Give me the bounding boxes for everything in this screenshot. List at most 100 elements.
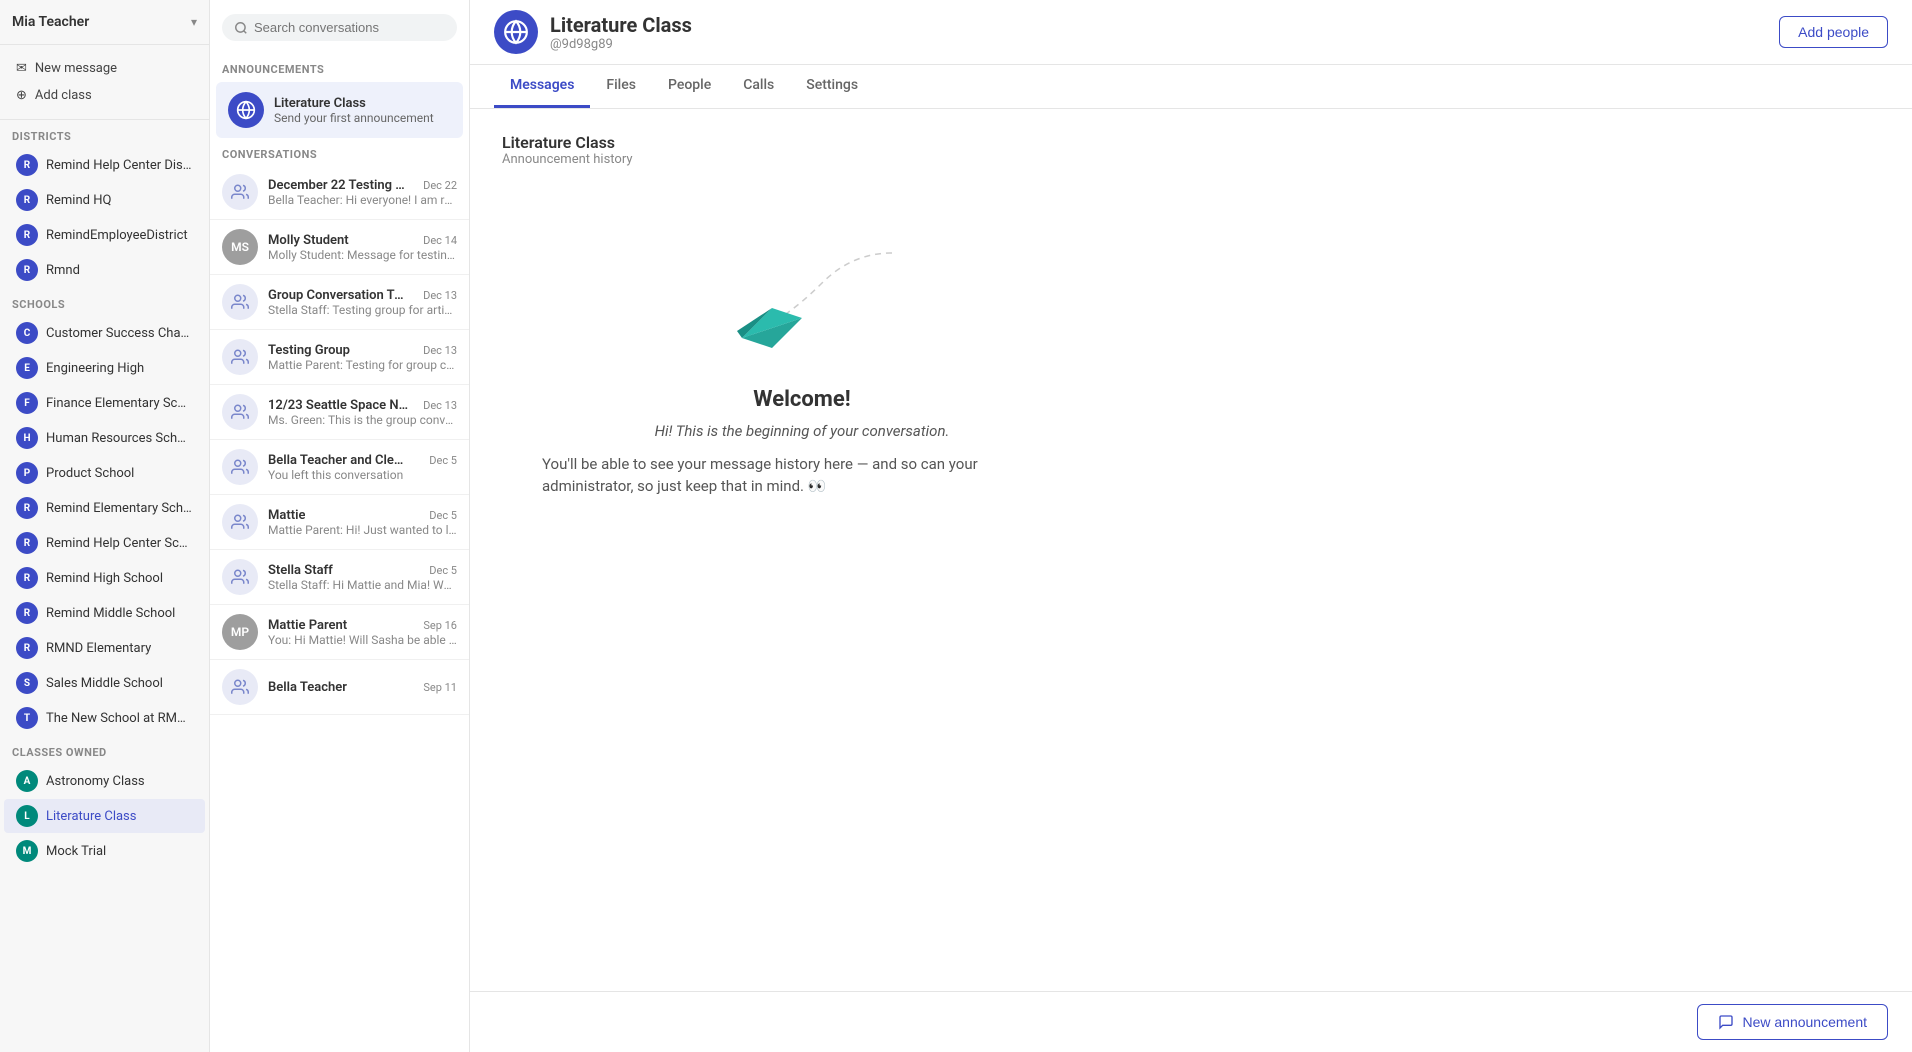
sidebar-item-remind-help-center-school[interactable]: R Remind Help Center School bbox=[4, 526, 205, 560]
conversation-item-stella-staff[interactable]: Stella Staff Dec 5 Stella Staff: Hi Matt… bbox=[210, 550, 469, 605]
announcement-text: Literature Class Send your first announc… bbox=[274, 96, 434, 125]
sidebar-item-remind-high-school[interactable]: RRemind High School bbox=[4, 561, 205, 595]
chevron-down-icon: ▾ bbox=[191, 15, 197, 29]
sidebar-actions: ✉ New message ⊕ Add class bbox=[0, 45, 209, 120]
sidebar-item-sales-middle-school[interactable]: SSales Middle School bbox=[4, 666, 205, 700]
tab-calls[interactable]: Calls bbox=[727, 65, 790, 108]
new-message-icon: ✉ bbox=[16, 61, 27, 76]
sidebar-item-remind-elementary-school[interactable]: R Remind Elementary School bbox=[4, 491, 205, 525]
main-panel: Literature Class @9d98g89 Add people Mes… bbox=[470, 0, 1912, 1052]
sidebar-item-customer-success-charter[interactable]: CCustomer Success Charter bbox=[4, 316, 205, 350]
sidebar-item-rmnd[interactable]: RRmnd bbox=[4, 253, 205, 287]
user-menu[interactable]: Mia Teacher ▾ bbox=[0, 0, 209, 45]
sidebar-item-astronomy-class[interactable]: AAstronomy Class bbox=[4, 764, 205, 798]
search-bar[interactable] bbox=[222, 14, 457, 41]
search-input[interactable] bbox=[254, 20, 445, 35]
avatar-finance-elementary-school: F bbox=[16, 392, 38, 414]
conv-avatar-molly-student: MS bbox=[222, 229, 258, 265]
announcement-item[interactable]: Literature Class Send your first announc… bbox=[216, 82, 463, 138]
add-class-label: Add class bbox=[35, 88, 92, 103]
sidebar-item-product-school[interactable]: PProduct School bbox=[4, 456, 205, 490]
tab-messages[interactable]: Messages bbox=[494, 65, 590, 108]
breadcrumb-title: Literature Class bbox=[502, 133, 1880, 152]
conv-preview-mattie-parent: You: Hi Mattie! Will Sasha be able to ..… bbox=[268, 633, 457, 647]
conv-date-group-conv-test: Dec 13 bbox=[423, 289, 457, 302]
avatar-remind-elementary-school: R bbox=[16, 497, 38, 519]
sidebar-item-human-resources-school[interactable]: HHuman Resources School bbox=[4, 421, 205, 455]
label-engineering-high: Engineering High bbox=[46, 361, 144, 376]
label-literature-class: Literature Class bbox=[46, 809, 136, 824]
conv-info-bella-cleo: Bella Teacher and Cleo Ad... Dec 5 You l… bbox=[268, 453, 457, 482]
breadcrumb: Literature Class Announcement history bbox=[502, 133, 1880, 167]
conversation-item-mattie-parent[interactable]: MP Mattie Parent Sep 16 You: Hi Mattie! … bbox=[210, 605, 469, 660]
conv-avatar-mattie bbox=[222, 504, 258, 540]
conv-name-bella-teacher: Bella Teacher bbox=[268, 680, 347, 695]
class-info: Literature Class @9d98g89 bbox=[494, 10, 692, 54]
conversation-item-mattie[interactable]: Mattie Dec 5 Mattie Parent: Hi! Just wan… bbox=[210, 495, 469, 550]
conv-info-molly-student: Molly Student Dec 14 Molly Student: Mess… bbox=[268, 233, 457, 262]
class-avatar bbox=[494, 10, 538, 54]
conv-date-seattle-space-needle: Dec 13 bbox=[423, 399, 457, 412]
add-class-button[interactable]: ⊕ Add class bbox=[12, 82, 197, 109]
conversation-item-dec22testing[interactable]: December 22 Testing Gro... Dec 22 Bella … bbox=[210, 165, 469, 220]
conv-date-mattie: Dec 5 bbox=[429, 509, 457, 522]
conv-date-bella-cleo: Dec 5 bbox=[429, 454, 457, 467]
conv-avatar-stella-staff bbox=[222, 559, 258, 595]
new-message-button[interactable]: ✉ New message bbox=[12, 55, 197, 82]
sidebar-item-remind-hq[interactable]: RRemind HQ bbox=[4, 183, 205, 217]
sidebar-item-rmnd-elementary[interactable]: RRMND Elementary bbox=[4, 631, 205, 665]
sidebar-item-remind-middle-school[interactable]: RRemind Middle School bbox=[4, 596, 205, 630]
conv-preview-group-conv-test: Stella Staff: Testing group for article! bbox=[268, 303, 457, 317]
group-icon bbox=[231, 183, 249, 201]
sidebar-item-engineering-high[interactable]: EEngineering High bbox=[4, 351, 205, 385]
tab-settings[interactable]: Settings bbox=[790, 65, 874, 108]
conversation-item-seattle-space-needle[interactable]: 12/23 Seattle Space Needle Dec 13 Ms. Gr… bbox=[210, 385, 469, 440]
announcements-section-label: ANNOUNCEMENTS bbox=[210, 55, 469, 80]
avatar-remind-help-center-school: R bbox=[16, 532, 38, 554]
label-the-new-school-at-rmnd: The New School at RMND bbox=[46, 711, 193, 726]
conversation-item-bella-cleo[interactable]: Bella Teacher and Cleo Ad... Dec 5 You l… bbox=[210, 440, 469, 495]
sidebar-item-remind-employee-district[interactable]: RRemindEmployeeDistrict bbox=[4, 218, 205, 252]
sidebar-item-the-new-school-at-rmnd[interactable]: TThe New School at RMND bbox=[4, 701, 205, 735]
conv-avatar-testing-group bbox=[222, 339, 258, 375]
districts-label: Districts bbox=[0, 120, 209, 147]
conv-info-mattie: Mattie Dec 5 Mattie Parent: Hi! Just wan… bbox=[268, 508, 457, 537]
label-remind-hq: Remind HQ bbox=[46, 193, 111, 208]
conversation-item-bella-teacher[interactable]: Bella Teacher Sep 11 bbox=[210, 660, 469, 715]
class-title-block: Literature Class @9d98g89 bbox=[550, 13, 692, 52]
new-announcement-label: New announcement bbox=[1742, 1014, 1867, 1030]
new-announcement-button[interactable]: New announcement bbox=[1697, 1004, 1888, 1040]
conv-date-dec22testing: Dec 22 bbox=[423, 179, 457, 192]
sidebar-item-remind-help-center-district[interactable]: RRemind Help Center District bbox=[4, 148, 205, 182]
content-area: Literature Class Announcement history We… bbox=[470, 109, 1912, 991]
conv-name-testing-group: Testing Group bbox=[268, 343, 350, 358]
tab-people[interactable]: People bbox=[652, 65, 727, 108]
group-icon bbox=[231, 293, 249, 311]
label-remind-elementary-school: Remind Elementary School bbox=[46, 501, 193, 516]
conv-avatar-dec22testing bbox=[222, 174, 258, 210]
sidebar-item-literature-class[interactable]: LLiterature Class bbox=[4, 799, 205, 833]
conversation-item-molly-student[interactable]: MS Molly Student Dec 14 Molly Student: M… bbox=[210, 220, 469, 275]
conversations-list: December 22 Testing Gro... Dec 22 Bella … bbox=[210, 165, 469, 1052]
label-astronomy-class: Astronomy Class bbox=[46, 774, 145, 789]
conv-info-mattie-parent: Mattie Parent Sep 16 You: Hi Mattie! Wil… bbox=[268, 618, 457, 647]
conv-preview-mattie: Mattie Parent: Hi! Just wanted to let ..… bbox=[268, 523, 457, 537]
add-people-button[interactable]: Add people bbox=[1779, 16, 1888, 48]
sidebar-item-finance-elementary-school[interactable]: FFinance Elementary School bbox=[4, 386, 205, 420]
sidebar: Mia Teacher ▾ ✉ New message ⊕ Add class … bbox=[0, 0, 210, 1052]
welcome-text: Hi! This is the beginning of your conver… bbox=[655, 420, 950, 443]
tab-files[interactable]: Files bbox=[590, 65, 652, 108]
conv-preview-testing-group: Mattie Parent: Testing for group con... bbox=[268, 358, 457, 372]
sidebar-item-mock-trial[interactable]: MMock Trial bbox=[4, 834, 205, 868]
announcement-name: Literature Class bbox=[274, 96, 434, 111]
search-icon bbox=[234, 21, 248, 35]
classes-label: Classes owned bbox=[0, 736, 209, 763]
schools-list: CCustomer Success CharterEEngineering Hi… bbox=[0, 315, 209, 736]
conversation-item-testing-group[interactable]: Testing Group Dec 13 Mattie Parent: Test… bbox=[210, 330, 469, 385]
conversations-section-label: CONVERSATIONS bbox=[210, 140, 469, 165]
conv-name-seattle-space-needle: 12/23 Seattle Space Needle bbox=[268, 398, 408, 413]
conversation-item-group-conv-test[interactable]: Group Conversation Testi... Dec 13 Stell… bbox=[210, 275, 469, 330]
label-remind-help-center-school: Remind Help Center School bbox=[46, 536, 193, 551]
avatar-remind-middle-school: R bbox=[16, 602, 38, 624]
avatar-product-school: P bbox=[16, 462, 38, 484]
